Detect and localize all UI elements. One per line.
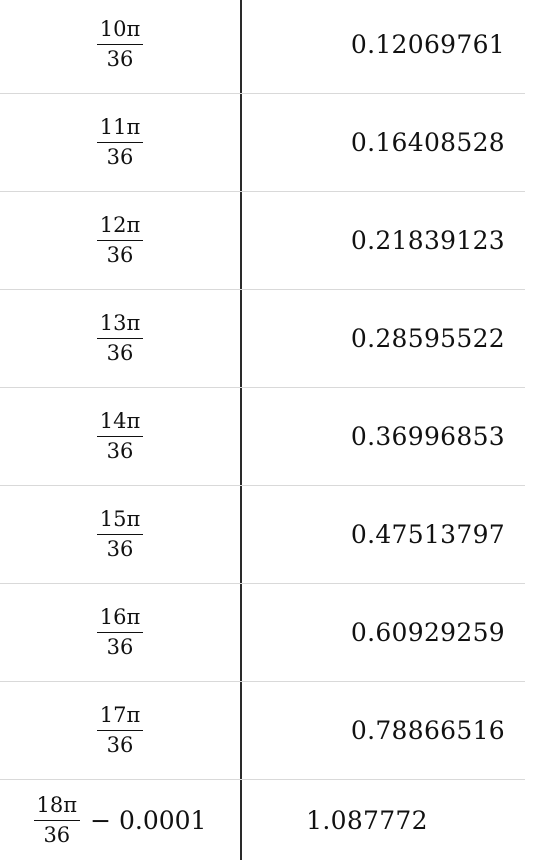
numerator: 14π (96, 411, 144, 437)
input-cell: 13π 36 (0, 290, 240, 387)
table-row: 12π 36 0.21839123 (0, 192, 525, 290)
values-table: 10π 36 0.12069761 11π 36 0.16408528 12π … (0, 0, 525, 860)
fraction: 11π 36 (96, 117, 144, 169)
input-cell: 14π 36 (0, 388, 240, 485)
input-cell: 17π 36 (0, 682, 240, 779)
denominator: 36 (106, 439, 134, 463)
numerator: 16π (96, 607, 144, 633)
value-cell: 0.78866516 (350, 716, 505, 745)
value-cell: 0.28595522 (350, 324, 505, 353)
expression-suffix: − 0.0001 (90, 805, 207, 835)
fraction: 13π 36 (96, 313, 144, 365)
expression: 18π 36 − 0.0001 (33, 794, 207, 847)
numerator: 18π (33, 794, 81, 821)
denominator: 36 (106, 733, 134, 757)
value-cell: 0.16408528 (350, 128, 505, 157)
input-cell: 12π 36 (0, 192, 240, 289)
input-cell: 11π 36 (0, 94, 240, 191)
numerator: 12π (96, 215, 144, 241)
fraction: 14π 36 (96, 411, 144, 463)
value-cell: 0.12069761 (350, 30, 505, 59)
table-row: 10π 36 0.12069761 (0, 0, 525, 94)
table-row: 11π 36 0.16408528 (0, 94, 525, 192)
fraction: 10π 36 (96, 19, 144, 71)
fraction: 16π 36 (96, 607, 144, 659)
numerator: 10π (96, 19, 144, 45)
value-cell: 0.21839123 (350, 226, 505, 255)
numerator: 13π (96, 313, 144, 339)
fraction: 15π 36 (96, 509, 144, 561)
numerator: 17π (96, 705, 144, 731)
numerator: 11π (96, 117, 144, 143)
table-row: 13π 36 0.28595522 (0, 290, 525, 388)
denominator: 36 (106, 145, 134, 169)
fraction: 12π 36 (96, 215, 144, 267)
table-row: 16π 36 0.60929259 (0, 584, 525, 682)
value-cell: 0.60929259 (350, 618, 505, 647)
denominator: 36 (106, 341, 134, 365)
numerator: 15π (96, 509, 144, 535)
denominator: 36 (43, 822, 71, 847)
value-cell: 0.36996853 (350, 422, 505, 451)
table-row: 15π 36 0.47513797 (0, 486, 525, 584)
input-cell: 18π 36 − 0.0001 (0, 780, 240, 860)
input-cell: 10π 36 (0, 0, 240, 93)
table-row: 18π 36 − 0.0001 1.087772 (0, 780, 525, 860)
fraction: 17π 36 (96, 705, 144, 757)
denominator: 36 (106, 635, 134, 659)
denominator: 36 (106, 537, 134, 561)
denominator: 36 (106, 243, 134, 267)
value-cell: 1.087772 (306, 805, 428, 835)
value-cell: 0.47513797 (350, 520, 505, 549)
input-cell: 16π 36 (0, 584, 240, 681)
table-row: 14π 36 0.36996853 (0, 388, 525, 486)
fraction: 18π 36 (33, 794, 81, 847)
denominator: 36 (106, 47, 134, 71)
table-row: 17π 36 0.78866516 (0, 682, 525, 780)
input-cell: 15π 36 (0, 486, 240, 583)
